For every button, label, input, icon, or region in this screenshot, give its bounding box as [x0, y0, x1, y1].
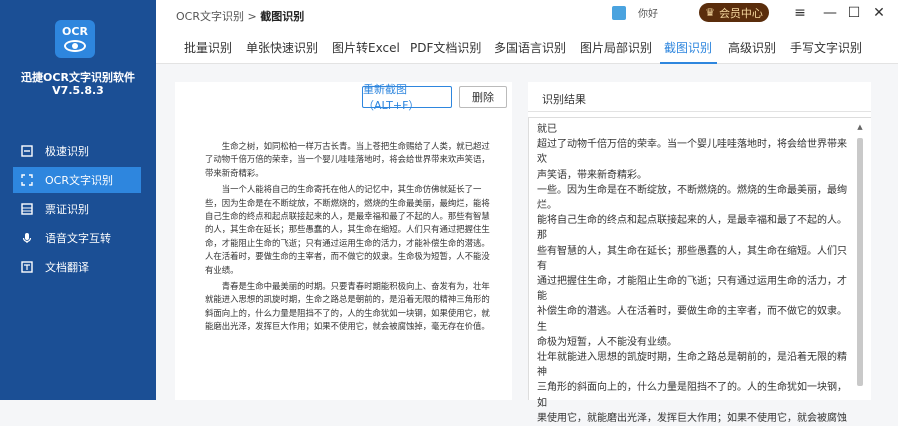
menu-icon[interactable]: ≡ [792, 5, 808, 21]
tab-screenshot[interactable]: 截图识别 [664, 39, 712, 56]
tab-image-to-excel[interactable]: 图片转Excel [332, 39, 400, 56]
sidebar-item-label: OCR文字识别 [45, 174, 113, 187]
tab-batch[interactable]: 批量识别 [184, 39, 232, 56]
logo-text: OCR [62, 25, 88, 38]
result-line: 欢 [537, 154, 547, 166]
ocr-icon [21, 174, 33, 186]
document-paragraph: 生命之树，如同松柏一样万古长青。当上苍把生命赐给了人类，就已超过了动物千倍万倍的… [205, 141, 490, 178]
user-name[interactable]: 你好 [638, 5, 658, 20]
result-line: 通过把握住生命，才能阻止生命的飞逝；只有通过运用生命的活力，才 [537, 276, 847, 288]
topbar: OCR文字识别 > 截图识别 你好 ♛ 会员中心 ≡ — ☐ ✕ [156, 0, 898, 30]
active-tab-indicator [660, 62, 717, 64]
result-line: 三角形的斜面向上的，什么力量是阻挡不了的。人的生命犹如一块钢， [537, 382, 847, 394]
result-title: 识别结果 [542, 93, 586, 106]
result-line: 有 [537, 260, 547, 272]
minimize-icon[interactable]: — [822, 5, 838, 21]
result-line: 那 [537, 230, 547, 242]
microphone-icon [21, 232, 33, 244]
sidebar-item-label: 语音文字互转 [45, 232, 111, 245]
scrollbar[interactable]: ▲ [855, 122, 865, 401]
breadcrumb-root[interactable]: OCR文字识别 [176, 10, 244, 23]
translate-icon [21, 261, 33, 273]
app-name: 迅捷OCR文字识别软件 [21, 71, 135, 84]
result-line: 声笑语，带来新奇精彩。 [537, 169, 647, 181]
tab-pdf[interactable]: PDF文档识别 [410, 39, 481, 56]
app-version: V7.5.8.3 [52, 84, 104, 97]
vip-center-button[interactable]: ♛ 会员中心 [699, 3, 769, 22]
vip-center-label: 会员中心 [718, 6, 763, 20]
result-line: 超过了动物千倍万倍的荣幸。当一个婴儿哇哇落地时，将会给世界带来 [537, 139, 847, 151]
result-line: 就已 [537, 124, 557, 135]
result-text[interactable]: 就已超过了动物千倍万倍的荣幸。当一个婴儿哇哇落地时，将会给世界带来欢声笑语，带来… [537, 122, 849, 426]
tab-advanced[interactable]: 高级识别 [728, 39, 776, 56]
right-margin [871, 82, 898, 400]
tab-partial[interactable]: 图片局部识别 [580, 39, 652, 56]
tab-single-fast[interactable]: 单张快速识别 [246, 39, 318, 56]
eye-icon [64, 40, 86, 52]
breadcrumb: OCR文字识别 > 截图识别 [176, 8, 304, 24]
sidebar-item-voice[interactable]: 语音文字互转 [13, 225, 141, 251]
sidebar-item-fast-recognition[interactable]: 极速识别 [13, 138, 141, 164]
result-line: 壮年就能进入思想的凯旋时期，生命之路总是朝前的，是沿着无限的精 [537, 352, 847, 364]
sidebar-item-label: 极速识别 [45, 145, 89, 158]
result-line: 一些。因为生命是在不断绽放，不断燃烧的。燃烧的生命最美丽，最绚 [537, 184, 847, 196]
result-line: 烂。 [537, 200, 557, 212]
result-line: 如 [537, 397, 547, 409]
tab-bar: 批量识别 单张快速识别 图片转Excel PDF文档识别 多国语言识别 图片局部… [156, 30, 898, 64]
document-paragraph: 当一个人能将自己的生命寄托在他人的记忆中，其生命仿佛就延长了一些，因为生命是在不… [205, 184, 490, 275]
sidebar-item-translate[interactable]: 文档翻译 [13, 254, 141, 280]
tab-handwriting[interactable]: 手写文字识别 [790, 39, 862, 56]
user-area[interactable]: 你好 [612, 5, 658, 20]
breadcrumb-current: 截图识别 [260, 10, 305, 23]
result-line: 能 [537, 291, 547, 303]
screenshot-image: 生命之树，如同松柏一样万古长青。当上苍把生命赐给了人类，就已超过了动物千倍万倍的… [205, 140, 495, 337]
result-header: 识别结果 [528, 82, 871, 112]
delete-button[interactable]: 删除 [459, 86, 507, 108]
sidebar-item-label: 文档翻译 [45, 261, 89, 274]
camera-icon [21, 145, 33, 157]
breadcrumb-separator: > [247, 10, 257, 23]
avatar[interactable] [612, 5, 626, 20]
document-paragraph: 青春是生命中最美丽的时期。只要青春时期能积极向上、奋发有为，壮年就能进入思想的凯… [205, 281, 490, 332]
scrollbar-thumb[interactable] [857, 138, 863, 386]
result-textarea[interactable]: 就已超过了动物千倍万倍的荣幸。当一个婴儿哇哇落地时，将会给世界带来欢声笑语，带来… [528, 117, 871, 424]
sidebar-item-ocr[interactable]: OCR文字识别 [13, 167, 141, 193]
app-logo: OCR [55, 20, 95, 58]
result-line: 命极为短暂，人不能没有业绩。 [537, 336, 677, 348]
result-line: 能将自己生命的终点和起点联接起来的人，是最幸福和最了不起的人。 [537, 215, 847, 227]
sidebar-item-ticket[interactable]: 票证识别 [13, 196, 141, 222]
crown-icon: ♛ [705, 6, 715, 19]
maximize-icon[interactable]: ☐ [846, 5, 862, 21]
sidebar-item-label: 票证识别 [45, 203, 89, 216]
grid-icon [21, 203, 33, 215]
result-line: 果使用它，就能磨出光泽，发挥巨大作用；如果不使用它，就会被腐蚀 [537, 412, 847, 424]
result-line: 补偿生命的潜逃。人在活着时，要做生命的主宰者，而不做它的奴隶。 [537, 306, 847, 318]
scroll-up-arrow-icon[interactable]: ▲ [855, 122, 865, 132]
result-line: 生 [537, 321, 547, 333]
result-line: 神 [537, 367, 547, 379]
close-icon[interactable]: ✕ [871, 5, 887, 21]
recapture-button[interactable]: 重新截图（ALT+F） [362, 83, 452, 112]
sidebar: OCR 迅捷OCR文字识别软件 V7.5.8.3 极速识别 OCR文字识别 票证… [0, 0, 156, 400]
tab-multilang[interactable]: 多国语言识别 [494, 39, 566, 56]
result-line: 些有智慧的人，其生命在延长；那些愚蠢的人，其生命在缩短。人们只 [537, 245, 847, 257]
